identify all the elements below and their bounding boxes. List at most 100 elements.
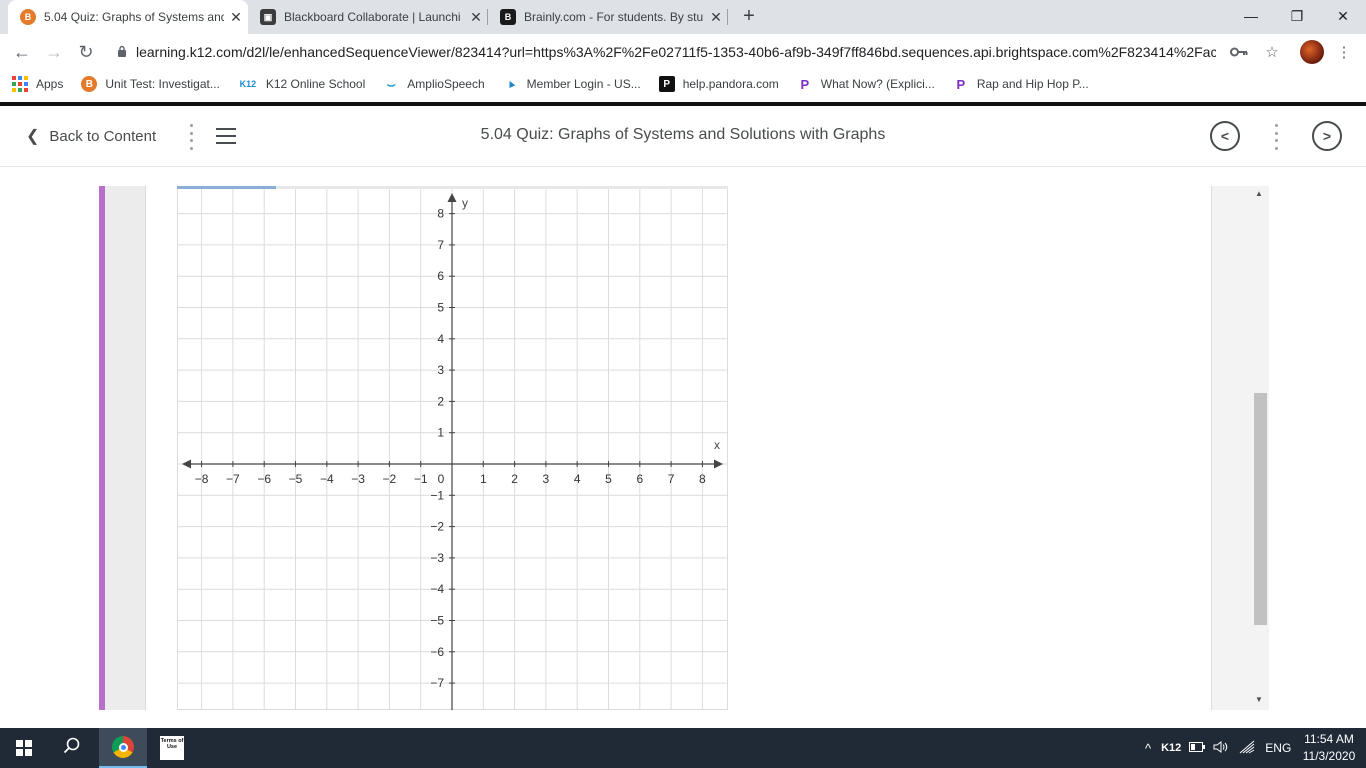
clock-date: 11/3/2020	[1302, 749, 1356, 763]
back-to-content-link[interactable]: ❮ Back to Content	[26, 126, 156, 146]
chevron-right-icon: >	[1322, 128, 1332, 144]
bookmark-what-now[interactable]: P What Now? (Explici...	[797, 76, 934, 92]
y-tick-label: 8	[437, 207, 444, 221]
bookmark-label: help.pandora.com	[682, 77, 779, 91]
taskbar-chrome[interactable]	[99, 728, 147, 768]
question-side-panel	[105, 186, 146, 710]
y-axis-arrow-up	[447, 193, 457, 202]
x-tick-label: −1	[414, 472, 428, 486]
divider-dots	[189, 124, 193, 150]
lesson-header: ❮ Back to Content 5.04 Quiz: Graphs of S…	[0, 106, 1366, 167]
close-tab-icon[interactable]: ✕	[224, 9, 248, 26]
x-tick-label: −8	[195, 472, 209, 486]
y-tick-label: 3	[437, 363, 444, 377]
bookmark-member-login[interactable]: ▲ Member Login - US...	[503, 76, 641, 92]
y-tick-label: −5	[430, 614, 444, 628]
bookmark-k12[interactable]: K12 K12 Online School	[238, 76, 366, 92]
tab-title: 5.04 Quiz: Graphs of Systems and	[44, 10, 224, 24]
windows-start-icon[interactable]	[16, 740, 32, 756]
windows-taskbar: Terms of Use ^ K12 ENG 11:54 AM 11/3/202…	[0, 728, 1366, 768]
bookmark-label: Rap and Hip Hop P...	[976, 77, 1089, 91]
coordinate-graph[interactable]: −8 −7 −6 −5 −4 −3 −2 −1 0 1 2 3 4 5 6 7 8 −7 −6 −5 −4 −3 −2 −1…	[177, 186, 728, 710]
browser-toolbar: ← → ↻ learning.k12.com/d2l/le/enhancedSe…	[0, 34, 1366, 70]
next-button[interactable]: >	[1312, 121, 1342, 151]
close-tab-icon[interactable]: ✕	[464, 9, 488, 26]
bookmark-label: Unit Test: Investigat...	[105, 77, 220, 91]
y-tick-label: −4	[430, 582, 444, 596]
hamburger-menu-icon[interactable]	[216, 128, 236, 144]
y-axis-label: y	[462, 196, 468, 210]
y-tick-label: 2	[437, 394, 444, 408]
bookmark-unit-test[interactable]: B Unit Test: Investigat...	[81, 76, 220, 92]
url-text[interactable]: learning.k12.com/d2l/le/enhancedSequence…	[136, 44, 1216, 60]
taskbar-terms-of-use[interactable]: Terms of Use	[148, 728, 196, 768]
close-tab-icon[interactable]: ✕	[704, 9, 728, 26]
kebab-menu-icon[interactable]: ⋮	[1334, 42, 1354, 62]
minimize-button[interactable]: —	[1228, 0, 1274, 32]
terms-of-use-icon: Terms of Use	[160, 736, 184, 760]
battery-icon[interactable]	[1189, 741, 1206, 755]
tab-brainly[interactable]: B Brainly.com - For students. By stu ✕	[488, 0, 728, 34]
y-tick-labels: −7 −6 −5 −4 −3 −2 −1 1 2 3 4 5 6 7 8	[430, 207, 444, 690]
tray-chevron-icon[interactable]: ^	[1145, 741, 1151, 756]
graph-progress-fill	[177, 186, 277, 189]
bookmark-rap-hip-hop[interactable]: P Rap and Hip Hop P...	[953, 76, 1089, 92]
key-icon[interactable]	[1229, 42, 1249, 62]
y-tick-label: 5	[437, 301, 444, 315]
apps-grid-icon	[12, 76, 28, 92]
scroll-up-arrow-icon[interactable]: ▲	[1255, 189, 1263, 198]
x-tick-label: 7	[668, 472, 675, 486]
volume-icon[interactable]	[1213, 740, 1229, 757]
scrollbar-thumb[interactable]	[1254, 393, 1267, 625]
x-tick-label: −7	[226, 472, 240, 486]
lock-icon[interactable]	[108, 45, 136, 60]
x-tick-label: −2	[383, 472, 397, 486]
previous-button[interactable]: <	[1210, 121, 1240, 151]
x-tick-label: 0	[438, 472, 445, 486]
bookmark-apps[interactable]: Apps	[12, 76, 63, 92]
back-arrow-icon[interactable]: ←	[8, 38, 36, 66]
coordinate-plane[interactable]: −8 −7 −6 −5 −4 −3 −2 −1 0 1 2 3 4 5 6 7 8 −7 −6 −5 −4 −3 −2 −1…	[177, 186, 728, 710]
close-window-button[interactable]: ✕	[1320, 0, 1366, 32]
tab-quiz[interactable]: B 5.04 Quiz: Graphs of Systems and ✕	[8, 0, 248, 34]
x-tick-labels: −8 −7 −6 −5 −4 −3 −2 −1 0 1 2 3 4 5 6 7 8	[195, 472, 706, 486]
x-tick-label: 6	[636, 472, 643, 486]
graph-top-border	[177, 186, 728, 189]
x-axis-label: x	[714, 438, 720, 452]
y-tick-label: 1	[437, 426, 444, 440]
x-tick-label: 1	[480, 472, 487, 486]
tab-blackboard[interactable]: ▣ Blackboard Collaborate | Launchi ✕	[248, 0, 488, 34]
bookmark-pandora-help[interactable]: P help.pandora.com	[658, 76, 779, 92]
restore-button[interactable]: ❐	[1274, 0, 1320, 32]
y-tick-label: −2	[430, 520, 444, 534]
x-tick-label: 5	[605, 472, 612, 486]
bookmark-amplio[interactable]: ⌣ AmplioSpeech	[383, 75, 485, 92]
page-title: 5.04 Quiz: Graphs of Systems and Solutio…	[480, 126, 886, 143]
y-tick-label: 6	[437, 269, 444, 283]
system-clock[interactable]: 11:54 AM 11/3/2020	[1296, 731, 1362, 765]
y-tick-label: −6	[430, 645, 444, 659]
profile-avatar[interactable]	[1300, 40, 1324, 64]
search-icon[interactable]	[60, 737, 84, 761]
wifi-icon[interactable]	[1239, 740, 1255, 757]
divider-dots	[1274, 124, 1278, 150]
chrome-icon	[112, 736, 134, 758]
new-tab-button[interactable]: +	[737, 5, 761, 29]
clock-time: 11:54 AM	[1304, 732, 1354, 746]
address-bar[interactable]: learning.k12.com/d2l/le/enhancedSequence…	[108, 37, 1288, 67]
k12-tray-icon[interactable]: K12	[1161, 742, 1181, 754]
pandora-icon: P	[800, 76, 810, 92]
star-icon[interactable]: ☆	[1262, 42, 1282, 62]
forward-arrow-icon[interactable]: →	[40, 38, 68, 66]
x-tick-label: −3	[351, 472, 365, 486]
language-indicator[interactable]: ENG	[1265, 741, 1291, 755]
x-tick-label: −5	[289, 472, 303, 486]
cursor-icon: ▲	[503, 76, 519, 92]
reload-icon[interactable]: ↻	[72, 38, 100, 66]
lesson-content: −8 −7 −6 −5 −4 −3 −2 −1 0 1 2 3 4 5 6 7 8 −7 −6 −5 −4 −3 −2 −1…	[0, 167, 1366, 728]
y-tick-label: −3	[430, 551, 444, 565]
amplio-icon: ⌣	[386, 75, 396, 92]
bookmark-label: K12 Online School	[265, 77, 366, 91]
scroll-down-arrow-icon[interactable]: ▼	[1255, 695, 1263, 704]
x-tick-label: 4	[574, 472, 581, 486]
